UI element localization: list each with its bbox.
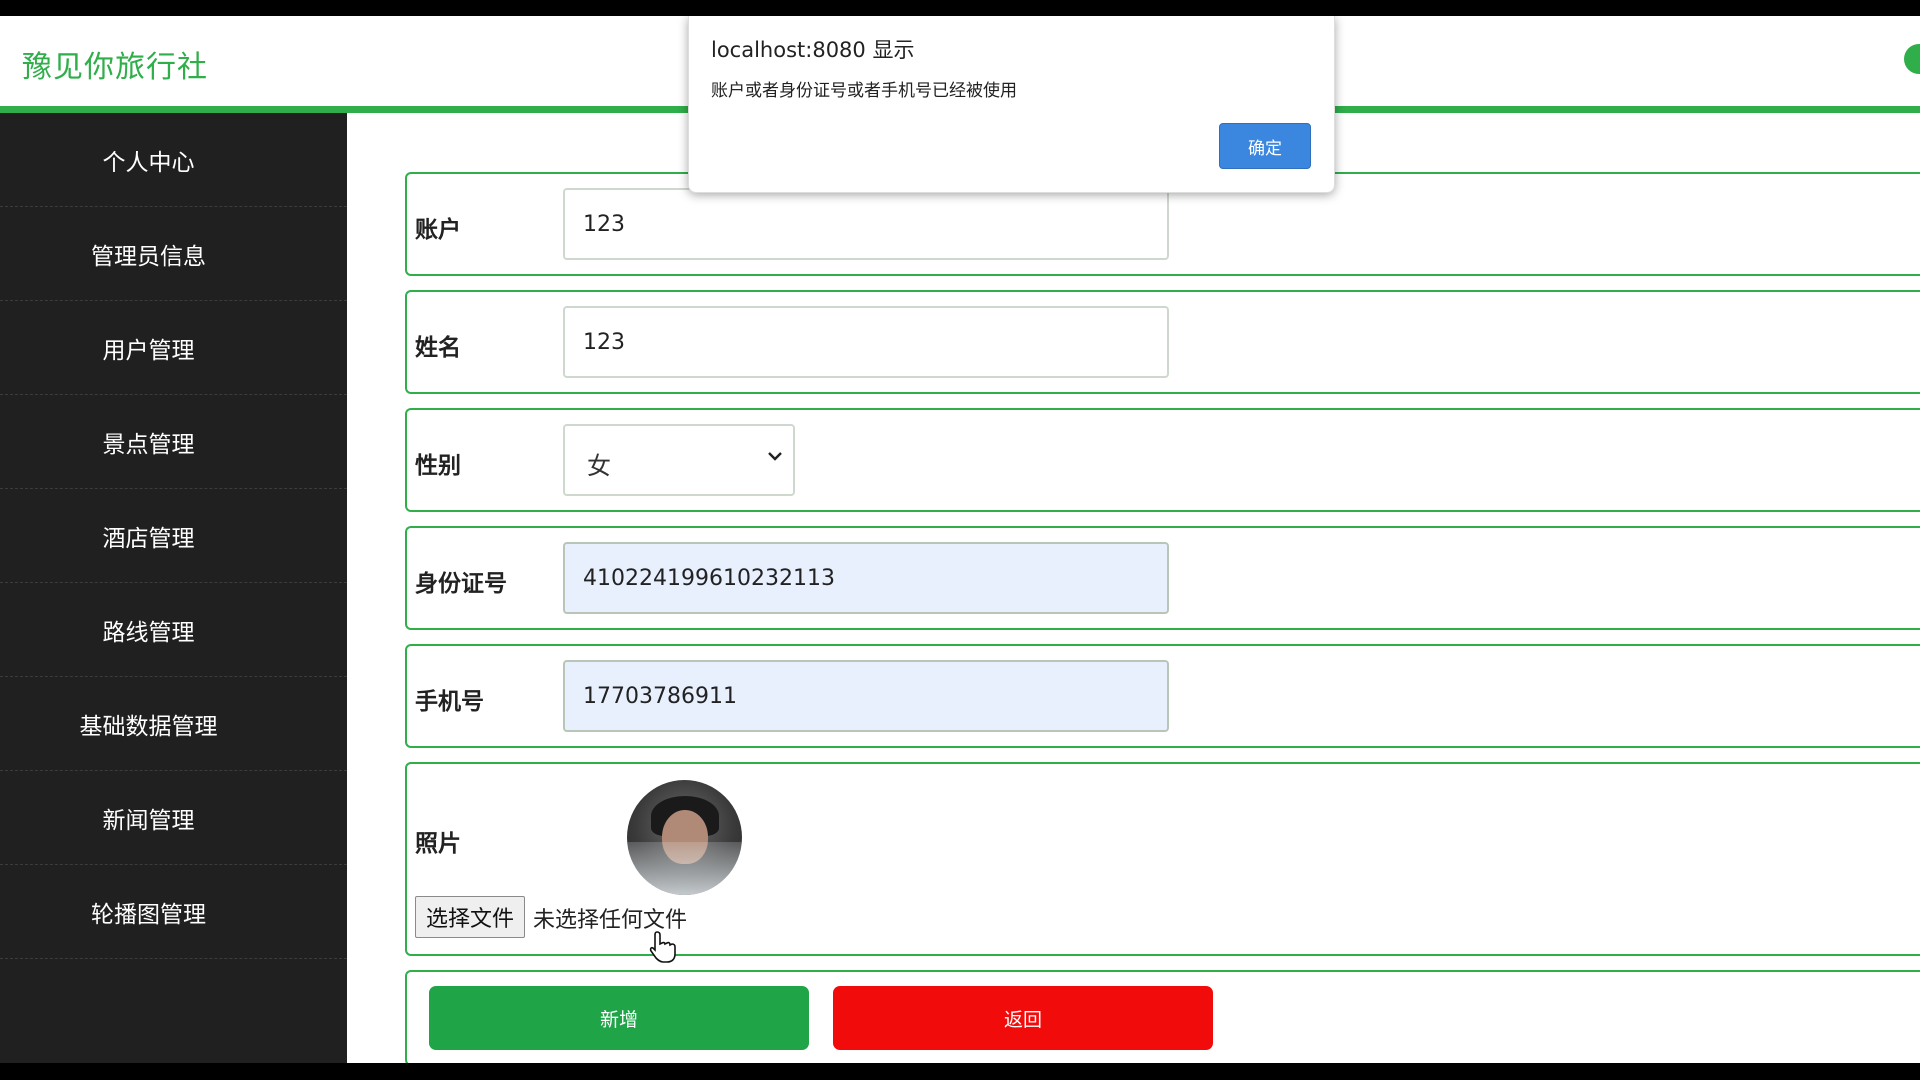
form-row-name: 姓名 xyxy=(405,290,1920,394)
dialog-title: localhost:8080 显示 xyxy=(711,38,915,62)
id-number-input[interactable] xyxy=(563,542,1169,614)
id-number-label: 身份证号 xyxy=(415,571,507,597)
phone-label: 手机号 xyxy=(415,689,484,715)
dialog-ok-button[interactable]: 确定 xyxy=(1219,123,1311,169)
app-window: 豫见你旅行社 个人中心 管理员信息 用户管理 景点管理 酒店管理 路线管理 基础… xyxy=(0,16,1920,1063)
brand-title: 豫见你旅行社 xyxy=(22,50,208,85)
account-input[interactable] xyxy=(563,188,1169,260)
name-label: 姓名 xyxy=(415,335,461,361)
add-button[interactable]: 新增 xyxy=(429,986,809,1050)
gender-selected-value: 女 xyxy=(587,452,611,480)
user-avatar-icon[interactable] xyxy=(1904,44,1920,74)
phone-input[interactable] xyxy=(563,660,1169,732)
chevron-down-icon xyxy=(768,452,782,461)
account-label: 账户 xyxy=(415,217,461,243)
sidebar-item-carousel-management[interactable]: 轮播图管理 xyxy=(0,865,347,959)
alert-dialog: localhost:8080 显示 账户或者身份证号或者手机号已经被使用 确定 xyxy=(688,16,1335,193)
sidebar-item-scenic-management[interactable]: 景点管理 xyxy=(0,395,347,489)
main-content: 账户 姓名 性别 女 身份证号 手机号 照片 xyxy=(347,113,1920,1063)
sidebar-item-personal-center[interactable]: 个人中心 xyxy=(0,113,347,207)
form-row-phone: 手机号 xyxy=(405,644,1920,748)
gender-select[interactable]: 女 xyxy=(563,424,795,496)
sidebar: 个人中心 管理员信息 用户管理 景点管理 酒店管理 路线管理 基础数据管理 新闻… xyxy=(0,113,347,1063)
sidebar-item-admin-info[interactable]: 管理员信息 xyxy=(0,207,347,301)
photo-label: 照片 xyxy=(415,831,461,857)
choose-file-button[interactable]: 选择文件 xyxy=(415,896,526,938)
sidebar-item-news-management[interactable]: 新闻管理 xyxy=(0,771,347,865)
sidebar-item-route-management[interactable]: 路线管理 xyxy=(0,583,347,677)
sidebar-item-hotel-management[interactable]: 酒店管理 xyxy=(0,489,347,583)
form-row-actions: 新增 返回 xyxy=(405,970,1920,1063)
form-row-gender: 性别 女 xyxy=(405,408,1920,512)
sidebar-item-user-management[interactable]: 用户管理 xyxy=(0,301,347,395)
gender-label: 性别 xyxy=(415,453,461,479)
photo-preview xyxy=(627,780,742,895)
form-row-photo: 照片 选择文件 未选择任何文件 xyxy=(405,762,1920,956)
dialog-message: 账户或者身份证号或者手机号已经被使用 xyxy=(711,81,1017,101)
form-row-id-number: 身份证号 xyxy=(405,526,1920,630)
name-input[interactable] xyxy=(563,306,1169,378)
sidebar-item-basic-data-management[interactable]: 基础数据管理 xyxy=(0,677,347,771)
pointer-hand-icon xyxy=(649,931,676,963)
back-button[interactable]: 返回 xyxy=(833,986,1213,1050)
